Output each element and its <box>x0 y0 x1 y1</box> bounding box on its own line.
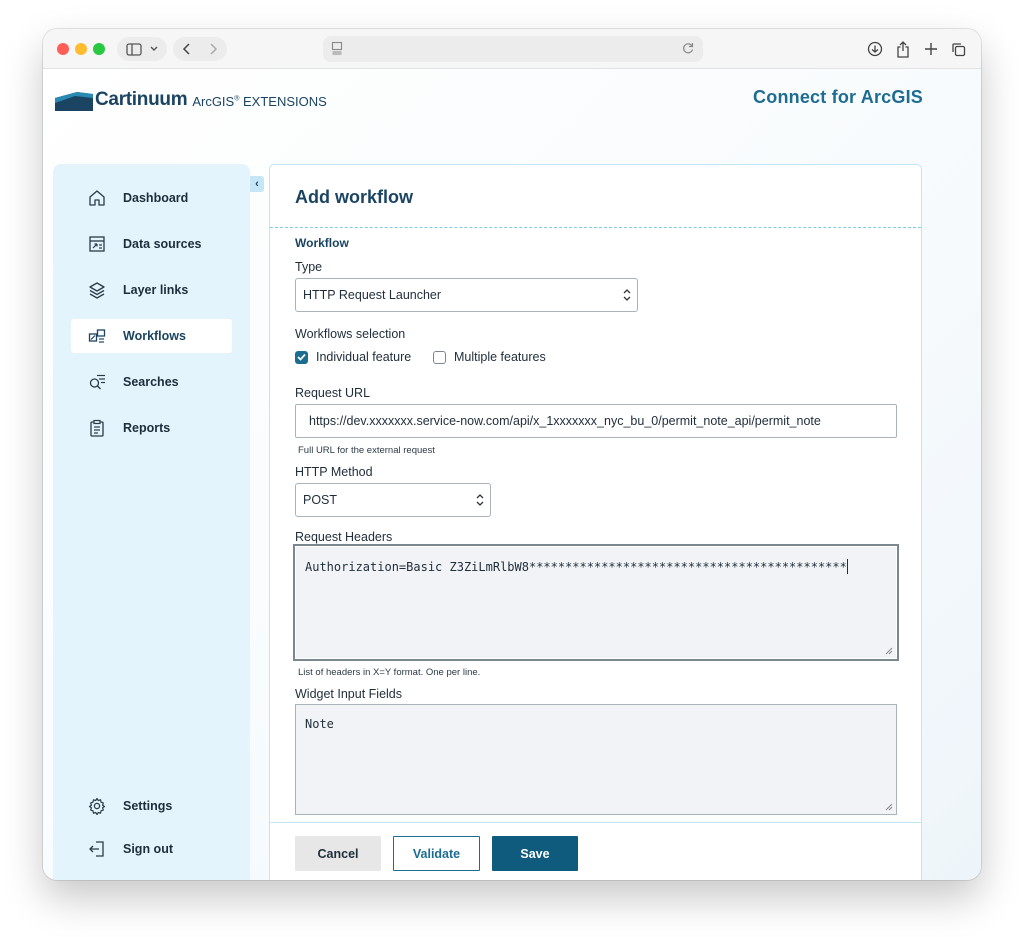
page-icon <box>331 41 343 55</box>
add-workflow-panel: Add workflow Workflow Type HTTP Request … <box>269 164 922 880</box>
request-url-input[interactable]: https://dev.xxxxxxx.service-now.com/api/… <box>295 404 897 438</box>
section-heading: Workflow <box>295 236 349 250</box>
download-icon <box>867 41 883 57</box>
widget-input-fields-textarea[interactable]: Note <box>295 704 897 815</box>
workflows-selection-label: Workflows selection <box>295 327 406 341</box>
select-chevron-icon <box>623 289 631 301</box>
form-footer: Cancel Validate Save <box>270 822 921 880</box>
sidebar-item-label: Data sources <box>123 237 202 251</box>
cartinuum-logo-icon <box>55 92 93 111</box>
http-method-value: POST <box>303 493 338 507</box>
page-content: Cartinuum ArcGIS® EXTENSIONS Connect for… <box>43 69 981 880</box>
history-nav <box>173 37 227 61</box>
request-headers-textarea[interactable]: Authorization=Basic Z3ZiLmRlbW8*********… <box>293 544 899 661</box>
sidebar-item-label: Sign out <box>123 842 173 856</box>
sidebar-item-data-sources[interactable]: Data sources <box>71 227 232 261</box>
sidebar-item-label: Layer links <box>123 283 189 297</box>
address-bar[interactable] <box>323 36 703 62</box>
reload-icon[interactable] <box>681 41 695 55</box>
close-window-button[interactable] <box>57 43 69 55</box>
multiple-features-label: Multiple features <box>454 350 546 364</box>
sidebar-collapse-button[interactable]: ‹ <box>250 176 264 192</box>
workflow-icon <box>87 326 107 346</box>
individual-feature-option[interactable]: Individual feature <box>295 350 411 364</box>
sidebar-item-label: Reports <box>123 421 171 435</box>
page-title: Add workflow <box>295 187 413 207</box>
form-scroll-area[interactable]: Workflow Type HTTP Request Launcher Work… <box>270 228 921 822</box>
save-button[interactable]: Save <box>492 836 578 871</box>
forward-arrow-icon[interactable] <box>208 43 218 55</box>
http-method-label: HTTP Method <box>295 465 373 479</box>
search-list-icon <box>87 372 107 392</box>
sidebar-item-searches[interactable]: Searches <box>71 365 232 399</box>
zoom-window-button[interactable] <box>93 43 105 55</box>
request-url-help: Full URL for the external request <box>298 445 435 456</box>
text-caret <box>846 559 848 574</box>
new-tab-button[interactable] <box>921 37 941 61</box>
resize-grip-icon[interactable] <box>885 803 893 811</box>
tab-overview-icon <box>951 42 965 56</box>
sidebar-item-label: Searches <box>123 375 179 389</box>
gear-icon <box>87 796 107 816</box>
sidebar-item-settings[interactable]: Settings <box>71 789 232 823</box>
type-label: Type <box>295 260 323 274</box>
individual-feature-checkbox[interactable] <box>295 350 308 364</box>
brand-subtitle: ArcGIS® EXTENSIONS <box>192 94 327 109</box>
cancel-button[interactable]: Cancel <box>295 836 381 871</box>
sidebar-item-sign-out[interactable]: Sign out <box>71 832 232 866</box>
sidebar-item-reports[interactable]: Reports <box>71 411 232 445</box>
browser-toolbar <box>43 29 981 69</box>
sidebar-item-layer-links[interactable]: Layer links <box>71 273 232 307</box>
sidebar-toggle-button[interactable] <box>117 37 167 61</box>
widget-input-fields-value: Note <box>305 717 334 731</box>
request-url-label: Request URL <box>295 386 371 400</box>
sidebar-item-label: Workflows <box>123 329 186 343</box>
request-headers-help: List of headers in X=Y format. One per l… <box>298 667 481 678</box>
type-select-value: HTTP Request Launcher <box>303 288 442 302</box>
select-chevron-icon <box>476 494 484 506</box>
brand-name: Cartinuum <box>95 89 188 110</box>
request-headers-label: Request Headers <box>295 530 393 544</box>
chevron-down-icon <box>150 46 157 51</box>
request-headers-value: Authorization=Basic Z3ZiLmRlbW8*********… <box>305 560 847 574</box>
brand-logo[interactable]: Cartinuum ArcGIS® EXTENSIONS <box>55 87 327 113</box>
sign-out-icon <box>87 839 107 859</box>
back-arrow-icon[interactable] <box>182 43 192 55</box>
sidebar-item-label: Dashboard <box>123 191 189 205</box>
type-select[interactable]: HTTP Request Launcher <box>295 278 638 312</box>
sidebar-item-dashboard[interactable]: Dashboard <box>71 181 232 215</box>
sidebar-toggle-icon <box>125 42 142 56</box>
layers-icon <box>87 280 107 300</box>
sidebar-item-label: Settings <box>123 799 173 813</box>
sidebar: Dashboard Data sources Layer links Workf… <box>53 164 250 880</box>
http-method-select[interactable]: POST <box>295 483 491 517</box>
data-source-icon <box>87 234 107 254</box>
new-tab-icon <box>925 43 937 55</box>
widget-input-fields-label: Widget Input Fields <box>295 687 402 701</box>
clipboard-icon <box>87 418 107 438</box>
validate-button[interactable]: Validate <box>393 836 480 871</box>
individual-feature-label: Individual feature <box>316 350 412 364</box>
browser-window: Cartinuum ArcGIS® EXTENSIONS Connect for… <box>43 29 981 880</box>
multiple-features-checkbox[interactable] <box>433 350 446 364</box>
resize-grip-icon[interactable] <box>885 647 893 655</box>
home-icon <box>87 188 107 208</box>
minimize-window-button[interactable] <box>75 43 87 55</box>
share-icon <box>897 40 909 58</box>
app-title: Connect for ArcGIS <box>753 87 923 107</box>
multiple-features-option[interactable]: Multiple features <box>433 350 546 364</box>
tab-overview-button[interactable] <box>948 37 968 61</box>
checkmark-icon <box>297 353 306 361</box>
sidebar-item-workflows[interactable]: Workflows <box>71 319 232 353</box>
downloads-button[interactable] <box>865 37 885 61</box>
share-button[interactable] <box>893 37 913 61</box>
